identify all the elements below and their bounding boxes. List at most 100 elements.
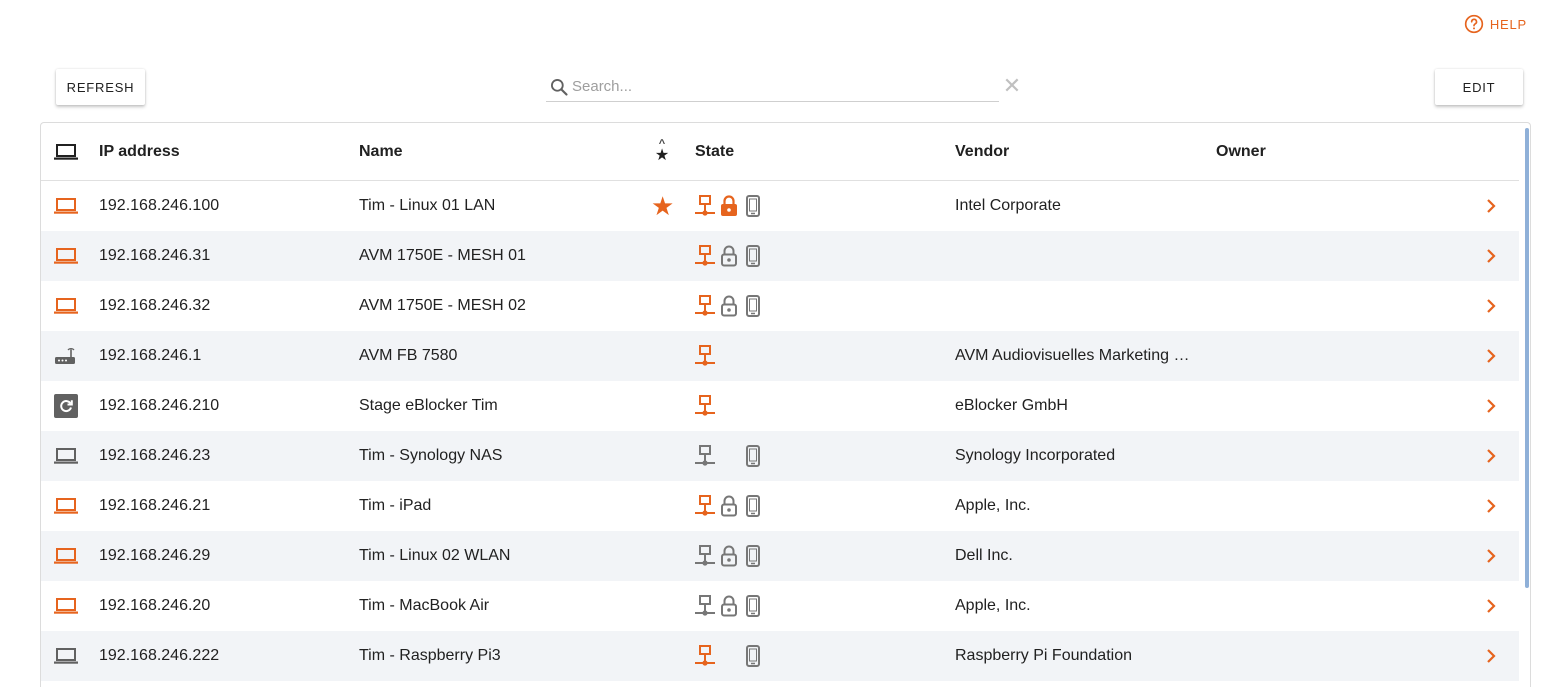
- table-row[interactable]: 192.168.246.31 AVM 1750E - MESH 01: [41, 231, 1519, 281]
- device-name: AVM 1750E - MESH 02: [359, 297, 526, 314]
- network-icon: [695, 394, 715, 418]
- favorite-cell[interactable]: [651, 331, 675, 381]
- favorite-cell[interactable]: [651, 481, 675, 531]
- favorite-cell[interactable]: [651, 281, 675, 331]
- network-icon: [695, 194, 715, 218]
- chevron-right-icon[interactable]: [1485, 281, 1501, 331]
- header-state[interactable]: State: [695, 123, 734, 181]
- favorite-star-icon[interactable]: ★: [651, 193, 674, 219]
- vendor: [955, 281, 1195, 331]
- state-icons: [695, 631, 763, 681]
- ip-address: 192.168.246.23: [99, 447, 211, 464]
- header-device-icon[interactable]: [54, 123, 78, 181]
- help-circle-icon: [1464, 14, 1483, 34]
- mobile-icon: [743, 494, 763, 518]
- mobile-icon: [743, 194, 763, 218]
- network-icon: [695, 294, 715, 318]
- state-icons: [695, 181, 763, 231]
- chevron-right-icon[interactable]: [1485, 431, 1501, 481]
- device-name: Tim - Raspberry Pi3: [359, 647, 501, 664]
- chevron-right-icon[interactable]: [1485, 481, 1501, 531]
- network-icon: [695, 644, 715, 668]
- favorite-cell[interactable]: [651, 381, 675, 431]
- chevron-right-icon[interactable]: [1485, 581, 1501, 631]
- table-row[interactable]: 192.168.246.1 AVM FB 7580 AVM Audiovisue…: [41, 331, 1519, 381]
- header-ip-address[interactable]: IP address: [99, 123, 180, 181]
- ip-address: 192.168.246.20: [99, 597, 211, 614]
- table-row[interactable]: 192.168.246.20 Tim - MacBook Air Apple, …: [41, 581, 1519, 631]
- devices-table: IP address Name ^ ★ State Vendor Owner 1…: [40, 122, 1531, 687]
- mobile-icon: [743, 644, 763, 668]
- state-icons: [695, 331, 715, 381]
- lock-icon: [719, 194, 739, 218]
- network-icon: [695, 494, 715, 518]
- table-body: 192.168.246.100 Tim - Linux 01 LAN ★ Int…: [41, 181, 1519, 681]
- ip-address: 192.168.246.100: [99, 197, 220, 214]
- table-row[interactable]: 192.168.246.100 Tim - Linux 01 LAN ★ Int…: [41, 181, 1519, 231]
- scrollbar[interactable]: [1525, 128, 1529, 588]
- chevron-right-icon[interactable]: [1485, 181, 1501, 231]
- chevron-right-icon[interactable]: [1485, 231, 1501, 281]
- chevron-right-icon[interactable]: [1485, 381, 1501, 431]
- vendor: Apple, Inc.: [955, 497, 1031, 514]
- clear-search-icon[interactable]: ✕: [1002, 74, 1022, 98]
- vendor: Dell Inc.: [955, 547, 1013, 564]
- state-icons: [695, 381, 715, 431]
- table-row[interactable]: 192.168.246.32 AVM 1750E - MESH 02: [41, 281, 1519, 331]
- network-icon: [695, 244, 715, 268]
- device-name: Tim - MacBook Air: [359, 597, 490, 614]
- state-icons: [695, 281, 763, 331]
- header-vendor[interactable]: Vendor: [955, 123, 1009, 181]
- table-row[interactable]: 192.168.246.222 Tim - Raspberry Pi3 Rasp…: [41, 631, 1519, 681]
- help-label: HELP: [1489, 16, 1527, 32]
- mobile-icon: [743, 244, 763, 268]
- state-icons: [695, 231, 763, 281]
- vendor: AVM Audiovisuelles Marketing …: [955, 347, 1190, 364]
- table-row[interactable]: 192.168.246.29 Tim - Linux 02 WLAN Dell …: [41, 531, 1519, 581]
- vendor: Synology Incorporated: [955, 447, 1116, 464]
- laptop-icon: [54, 181, 80, 231]
- network-icon: [695, 594, 715, 618]
- mobile-icon: [743, 294, 763, 318]
- lock-icon: [719, 494, 739, 518]
- lock-icon: [719, 294, 739, 318]
- table-header: IP address Name ^ ★ State Vendor Owner: [41, 123, 1519, 181]
- chevron-right-icon[interactable]: [1485, 331, 1501, 381]
- table-row[interactable]: 192.168.246.23 Tim - Synology NAS Synolo…: [41, 431, 1519, 481]
- edit-button[interactable]: EDIT: [1435, 69, 1523, 105]
- laptop-icon: [54, 631, 80, 681]
- star-icon: ★: [654, 147, 670, 164]
- ip-address: 192.168.246.210: [99, 397, 220, 414]
- table-row[interactable]: 192.168.246.21 Tim - iPad Apple, Inc.: [41, 481, 1519, 531]
- favorite-cell[interactable]: [651, 631, 675, 681]
- vendor: [955, 231, 1195, 281]
- search-input[interactable]: [572, 78, 972, 95]
- state-icons: [695, 581, 763, 631]
- table-row[interactable]: 192.168.246.210 Stage eBlocker Tim eBloc…: [41, 381, 1519, 431]
- search-icon: [551, 78, 568, 96]
- refresh-button[interactable]: REFRESH: [56, 69, 145, 105]
- lock-icon: [719, 544, 739, 568]
- help-link[interactable]: HELP: [1464, 14, 1527, 34]
- chevron-right-icon[interactable]: [1485, 531, 1501, 581]
- favorite-cell[interactable]: [651, 531, 675, 581]
- lock-icon: [719, 594, 739, 618]
- laptop-icon: [54, 281, 80, 331]
- favorite-cell[interactable]: ★: [651, 181, 675, 231]
- chevron-right-icon[interactable]: [1485, 631, 1501, 681]
- state-icons: [695, 531, 763, 581]
- header-owner[interactable]: Owner: [1216, 123, 1266, 181]
- laptop-icon: [54, 431, 80, 481]
- header-name[interactable]: Name: [359, 123, 403, 181]
- header-favorite[interactable]: ^ ★: [651, 123, 673, 181]
- device-name: AVM 1750E - MESH 01: [359, 247, 526, 264]
- device-name: Tim - Linux 01 LAN: [359, 197, 496, 214]
- vendor: Intel Corporate: [955, 197, 1061, 214]
- mobile-icon: [743, 594, 763, 618]
- ip-address: 192.168.246.31: [99, 247, 211, 264]
- favorite-cell[interactable]: [651, 431, 675, 481]
- favorite-cell[interactable]: [651, 581, 675, 631]
- lock-icon: [719, 244, 739, 268]
- favorite-cell[interactable]: [651, 231, 675, 281]
- ip-address: 192.168.246.1: [99, 347, 202, 364]
